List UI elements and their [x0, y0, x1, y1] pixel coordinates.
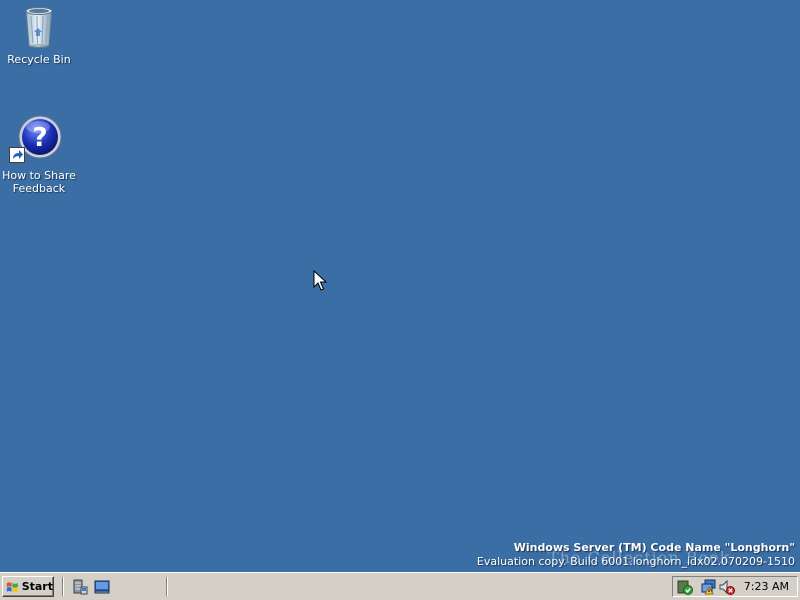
share-feedback-label: How to Share Feedback [2, 169, 76, 195]
toolbar-grip[interactable] [62, 577, 64, 596]
watermark-title: Windows Server (TM) Code Name "Longhorn" [513, 541, 795, 554]
system-tray: 7:23 AM [672, 576, 798, 597]
volume-muted-icon[interactable] [719, 579, 735, 595]
share-feedback-shortcut[interactable]: ? How to Share Feedback [1, 115, 77, 195]
show-desktop-icon[interactable] [94, 579, 110, 595]
start-label: Start [21, 580, 53, 593]
security-shield-icon[interactable] [677, 579, 693, 595]
help-question-icon: ? [9, 115, 63, 163]
network-warning-icon[interactable] [701, 579, 717, 595]
recycle-bin-shortcut[interactable]: Recycle Bin [1, 2, 77, 66]
build-watermark: Windows Server (TM) Code Name "Longhorn"… [477, 541, 795, 569]
shortcut-arrow-icon [9, 147, 25, 163]
clock[interactable]: 7:23 AM [744, 580, 789, 593]
start-button[interactable]: Start [2, 576, 54, 597]
svg-text:?: ? [32, 123, 47, 153]
windows-flag-icon [6, 581, 18, 593]
mouse-cursor-icon [313, 270, 327, 291]
taskbar: Start 7:23 AM [0, 572, 800, 600]
toolbar-grip-2[interactable] [166, 577, 168, 596]
watermark-build: Evaluation copy. Build 6001.longhorn_idx… [476, 555, 795, 568]
recycle-bin-icon [15, 2, 63, 50]
desktop[interactable]: Recycle Bin ? How to Share Feedback The … [0, 0, 800, 572]
server-manager-icon[interactable] [72, 579, 88, 595]
recycle-bin-label: Recycle Bin [7, 53, 71, 66]
